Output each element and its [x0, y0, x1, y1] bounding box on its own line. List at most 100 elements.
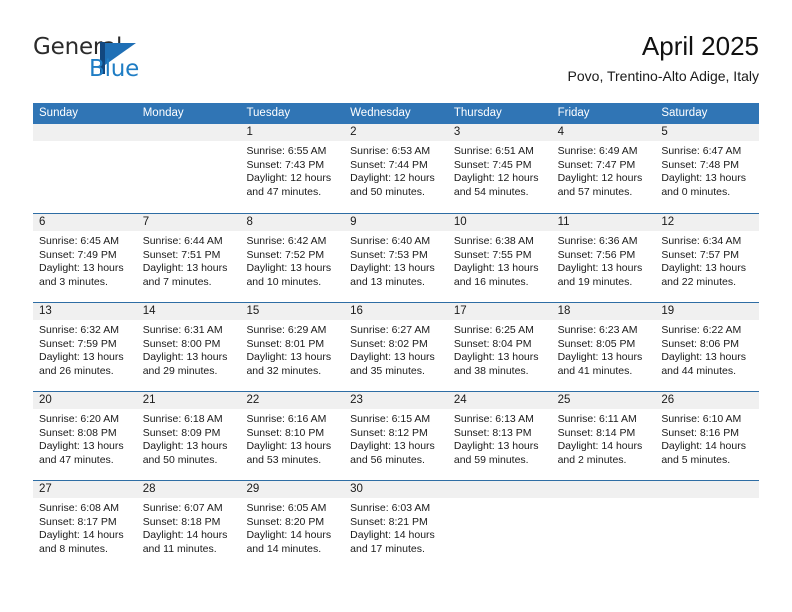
day-detail-line: Daylight: 13 hours	[661, 172, 746, 185]
day-detail-line: Daylight: 14 hours	[39, 529, 124, 542]
day-detail-line: Sunset: 8:06 PM	[661, 337, 739, 350]
day-number: 19	[655, 303, 760, 320]
day-number: 26	[655, 392, 760, 409]
calendar-day-cell[interactable]: 20 Sunrise: 6:20 AM Sunset: 8:08 PM Dayligh…	[33, 392, 137, 480]
day-number: 7	[136, 214, 241, 231]
calendar-day-cell[interactable]: 2 Sunrise: 6:53 AM Sunset: 7:44 PM Daylight…	[344, 124, 448, 213]
calendar-day-cell[interactable]: 17 Sunrise: 6:25 AM Sunset: 8:04 PM Dayligh…	[447, 303, 552, 391]
day-detail-line: Daylight: 13 hours	[39, 351, 124, 364]
day-number	[447, 481, 552, 498]
calendar-day-cell[interactable]: 5 Sunrise: 6:47 AM Sunset: 7:48 PM Daylight…	[655, 124, 760, 213]
day-detail-line: Daylight: 13 hours	[557, 262, 643, 275]
day-detail-line: Sunrise: 6:08 AM	[39, 502, 119, 514]
day-detail-line: and 5 minutes.	[661, 453, 731, 466]
calendar-day-cell[interactable]: 10 Sunrise: 6:38 AM Sunset: 7:55 PM Dayligh…	[447, 214, 552, 302]
day-details: Sunrise: 6:07 AM Sunset: 8:18 PM Daylight:…	[137, 498, 241, 556]
day-detail-line: Sunset: 8:16 PM	[661, 426, 739, 439]
day-detail-line: Sunrise: 6:15 AM	[350, 413, 431, 425]
calendar-day-cell[interactable]: 30 Sunrise: 6:03 AM Sunset: 8:21 PM Dayligh…	[344, 481, 448, 569]
day-number: 14	[136, 303, 241, 320]
calendar-day-cell[interactable]: 15 Sunrise: 6:29 AM Sunset: 8:01 PM Dayligh…	[240, 303, 345, 391]
day-detail-line: Daylight: 13 hours	[453, 440, 539, 453]
day-detail-line: Sunset: 8:02 PM	[350, 337, 428, 350]
calendar-day-cell[interactable]: 19 Sunrise: 6:22 AM Sunset: 8:06 PM Dayligh…	[655, 303, 760, 391]
day-detail-line: Daylight: 12 hours	[246, 172, 332, 185]
day-number: 22	[240, 392, 345, 409]
calendar-day-cell[interactable]: 6 Sunrise: 6:45 AM Sunset: 7:49 PM Daylight…	[33, 214, 137, 302]
calendar-day-cell[interactable]: 21 Sunrise: 6:18 AM Sunset: 8:09 PM Dayligh…	[136, 392, 241, 480]
day-detail-line: Sunrise: 6:27 AM	[350, 324, 431, 336]
calendar-day-cell[interactable]: 16 Sunrise: 6:27 AM Sunset: 8:02 PM Dayligh…	[344, 303, 448, 391]
day-details	[448, 498, 552, 502]
day-detail-line: Sunrise: 6:31 AM	[142, 324, 223, 336]
day-number	[551, 481, 656, 498]
day-detail-line: Sunrise: 6:38 AM	[453, 235, 534, 247]
calendar-day-cell[interactable]: 11 Sunrise: 6:36 AM Sunset: 7:56 PM Dayligh…	[551, 214, 656, 302]
calendar-day-cell[interactable]: 24 Sunrise: 6:13 AM Sunset: 8:13 PM Dayligh…	[447, 392, 552, 480]
calendar-day-cell[interactable]: 1 Sunrise: 6:55 AM Sunset: 7:43 PM Daylight…	[240, 124, 345, 213]
calendar-day-cell[interactable]: 28 Sunrise: 6:07 AM Sunset: 8:18 PM Dayligh…	[136, 481, 241, 569]
day-detail-line: Sunrise: 6:11 AM	[557, 413, 637, 425]
calendar-day-cell[interactable]: 3 Sunrise: 6:51 AM Sunset: 7:45 PM Daylight…	[447, 124, 552, 213]
day-details: Sunrise: 6:31 AM Sunset: 8:00 PM Daylight:…	[137, 320, 241, 378]
day-detail-line: Sunrise: 6:44 AM	[142, 235, 223, 247]
general-blue-logo[interactable]: General Blue	[33, 34, 233, 90]
calendar-day-cell[interactable]: 7 Sunrise: 6:44 AM Sunset: 7:51 PM Daylight…	[136, 214, 241, 302]
day-details	[552, 498, 656, 502]
calendar-day-cell[interactable]: 8 Sunrise: 6:42 AM Sunset: 7:52 PM Daylight…	[240, 214, 345, 302]
day-detail-line: Daylight: 13 hours	[142, 440, 228, 453]
day-detail-line: Sunrise: 6:18 AM	[142, 413, 223, 425]
day-number: 10	[447, 214, 552, 231]
day-detail-line: and 54 minutes.	[453, 185, 529, 198]
day-detail-line: Sunrise: 6:40 AM	[350, 235, 431, 247]
day-detail-line: Sunset: 7:51 PM	[142, 248, 221, 261]
calendar-day-cell[interactable]: 22 Sunrise: 6:16 AM Sunset: 8:10 PM Dayligh…	[240, 392, 345, 480]
day-detail-line: Sunset: 7:45 PM	[453, 158, 532, 171]
calendar-day-cell[interactable]: 12 Sunrise: 6:34 AM Sunset: 7:57 PM Dayligh…	[655, 214, 760, 302]
day-details: Sunrise: 6:44 AM Sunset: 7:51 PM Daylight:…	[137, 231, 241, 289]
day-details: Sunrise: 6:40 AM Sunset: 7:53 PM Daylight:…	[344, 231, 448, 289]
day-details: Sunrise: 6:18 AM Sunset: 8:09 PM Daylight:…	[137, 409, 241, 467]
day-details: Sunrise: 6:36 AM Sunset: 7:56 PM Daylight:…	[552, 231, 656, 289]
day-number: 1	[240, 124, 345, 141]
day-detail-line: Sunrise: 6:47 AM	[661, 145, 742, 157]
calendar-day-cell[interactable]: 14 Sunrise: 6:31 AM Sunset: 8:00 PM Dayligh…	[136, 303, 241, 391]
day-of-week-header: Wednesday	[350, 107, 411, 119]
day-detail-line: Sunrise: 6:20 AM	[39, 413, 119, 425]
day-detail-line: and 47 minutes.	[246, 185, 322, 198]
calendar-day-cell[interactable]: 23 Sunrise: 6:15 AM Sunset: 8:12 PM Dayligh…	[344, 392, 448, 480]
day-detail-line: and 56 minutes.	[350, 453, 425, 466]
day-detail-line: and 32 minutes.	[246, 364, 322, 377]
day-detail-line: Sunrise: 6:10 AM	[661, 413, 742, 425]
day-detail-line: Daylight: 14 hours	[661, 440, 746, 453]
day-details: Sunrise: 6:47 AM Sunset: 7:48 PM Daylight:…	[655, 141, 759, 199]
logo-text-blue: Blue	[89, 56, 140, 82]
day-detail-line: and 59 minutes.	[453, 453, 529, 466]
day-details: Sunrise: 6:15 AM Sunset: 8:12 PM Daylight:…	[344, 409, 448, 467]
day-detail-line: and 22 minutes.	[661, 275, 737, 288]
day-detail-line: Sunset: 8:00 PM	[142, 337, 221, 350]
day-detail-line: Sunset: 8:05 PM	[557, 337, 636, 350]
day-detail-line: Daylight: 13 hours	[246, 351, 332, 364]
day-number: 9	[344, 214, 448, 231]
day-detail-line: Sunrise: 6:34 AM	[661, 235, 742, 247]
calendar-day-cell[interactable]: 25 Sunrise: 6:11 AM Sunset: 8:14 PM Dayligh…	[551, 392, 656, 480]
calendar-day-cell[interactable]: 27 Sunrise: 6:08 AM Sunset: 8:17 PM Dayligh…	[33, 481, 137, 569]
day-details: Sunrise: 6:38 AM Sunset: 7:55 PM Daylight:…	[448, 231, 552, 289]
day-number: 27	[33, 481, 137, 498]
day-detail-line: Daylight: 12 hours	[557, 172, 643, 185]
day-detail-line: Sunset: 8:20 PM	[246, 515, 325, 528]
day-detail-line: and 26 minutes.	[39, 364, 114, 377]
calendar-day-cell[interactable]: 29 Sunrise: 6:05 AM Sunset: 8:20 PM Dayligh…	[240, 481, 345, 569]
calendar-day-cell[interactable]: 9 Sunrise: 6:40 AM Sunset: 7:53 PM Daylight…	[344, 214, 448, 302]
day-of-week-header: Sunday	[39, 107, 79, 119]
calendar-day-cell[interactable]: 13 Sunrise: 6:32 AM Sunset: 7:59 PM Dayligh…	[33, 303, 137, 391]
day-detail-line: and 8 minutes.	[39, 542, 108, 555]
day-detail-line: Sunset: 8:13 PM	[453, 426, 532, 439]
calendar-day-cell[interactable]: 18 Sunrise: 6:23 AM Sunset: 8:05 PM Dayligh…	[551, 303, 656, 391]
day-detail-line: Daylight: 13 hours	[142, 351, 228, 364]
day-details: Sunrise: 6:08 AM Sunset: 8:17 PM Daylight:…	[33, 498, 137, 556]
calendar-day-cell[interactable]: 26 Sunrise: 6:10 AM Sunset: 8:16 PM Dayligh…	[655, 392, 760, 480]
day-of-week-header: Saturday	[661, 107, 708, 119]
calendar-day-cell[interactable]: 4 Sunrise: 6:49 AM Sunset: 7:47 PM Daylight…	[551, 124, 656, 213]
